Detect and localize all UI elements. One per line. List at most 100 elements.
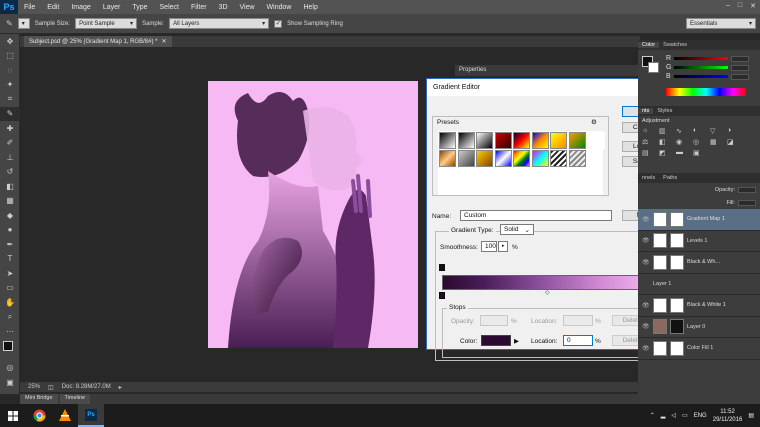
workspace-select[interactable]: Essentials ▾ — [686, 18, 756, 29]
menu-edit[interactable]: Edit — [41, 4, 65, 11]
threshold-icon[interactable]: ◩ — [659, 149, 673, 157]
language-indicator[interactable]: ENG — [694, 413, 707, 419]
layer-row[interactable]: Layer 1 — [638, 274, 760, 295]
stamp-tool-icon[interactable]: ⊥ — [0, 150, 20, 165]
channel-mixer-icon[interactable]: ◎ — [693, 138, 707, 146]
move-tool-icon[interactable]: ✥ — [0, 34, 20, 49]
gradient-type-select[interactable]: Solid ⌄ — [500, 224, 534, 235]
layer-row[interactable]: 👁 Color Fill 1 — [638, 338, 760, 360]
shape-tool-icon[interactable]: ▭ — [0, 281, 20, 296]
black-white-icon[interactable]: ◧ — [659, 138, 673, 146]
vibrance-adjust-icon[interactable]: ▽ — [710, 127, 724, 135]
tab-timeline[interactable]: Timeline — [59, 394, 91, 404]
tab-swatches[interactable]: Swatches — [659, 42, 691, 48]
visibility-eye-icon[interactable]: 👁 — [642, 323, 650, 330]
quick-mask-icon[interactable]: ◎ — [0, 361, 20, 376]
smoothness-stepper[interactable]: ▸ — [498, 241, 508, 252]
status-menu-arrow-icon[interactable]: ▸ — [119, 384, 122, 391]
preset-swatch[interactable] — [439, 150, 456, 167]
gradient-preview-bar[interactable] — [442, 275, 656, 290]
lasso-tool-icon[interactable]: ◌ — [0, 63, 20, 78]
midpoint-diamond-icon[interactable]: ◇ — [545, 289, 550, 296]
close-tab-icon[interactable]: ✕ — [161, 38, 166, 45]
curves-adjust-icon[interactable]: ∿ — [676, 127, 690, 135]
visibility-eye-icon[interactable]: 👁 — [642, 302, 650, 309]
color-menu-arrow-icon[interactable]: ▶ — [514, 337, 519, 345]
posterize-icon[interactable]: ▤ — [642, 149, 656, 157]
tab-adjustments[interactable]: nts — [638, 108, 654, 114]
blue-value-input[interactable] — [730, 73, 749, 80]
chrome-icon[interactable] — [26, 404, 52, 427]
zoom-tool-icon[interactable]: ⌕ — [0, 310, 20, 325]
visibility-eye-icon[interactable]: 👁 — [642, 259, 650, 266]
preset-swatch[interactable] — [550, 132, 567, 149]
color-lookup-icon[interactable]: ▦ — [710, 138, 724, 146]
name-input[interactable]: Custom — [460, 210, 612, 221]
vlc-icon[interactable] — [52, 404, 78, 427]
presets-gear-icon[interactable]: ⚙ — [591, 118, 597, 126]
preset-swatch[interactable] — [494, 132, 512, 149]
menu-image[interactable]: Image — [65, 4, 96, 11]
visibility-eye-icon[interactable]: 👁 — [642, 216, 650, 223]
preset-swatch[interactable] — [513, 150, 530, 167]
document-tab[interactable]: Subject.psd @ 25% (Gradient Map 1, RGB/8… — [24, 36, 172, 47]
opacity-stop-left[interactable] — [439, 264, 445, 271]
layer-row[interactable]: 👁 Black & Wh... — [638, 252, 760, 274]
preset-swatch[interactable] — [494, 150, 512, 167]
maximize-button[interactable]: □ — [738, 2, 742, 10]
menu-type[interactable]: Type — [126, 4, 153, 11]
sampling-ring-checkbox[interactable]: ✓ — [274, 19, 283, 28]
menu-file[interactable]: File — [18, 4, 41, 11]
red-slider[interactable] — [674, 57, 729, 60]
history-brush-tool-icon[interactable]: ↺ — [0, 165, 20, 180]
menu-window[interactable]: Window — [261, 4, 298, 11]
menu-help[interactable]: Help — [297, 4, 323, 11]
green-value-input[interactable] — [731, 64, 750, 71]
windows-start-icon[interactable] — [0, 404, 26, 427]
layer-fill-input[interactable] — [738, 200, 756, 206]
menu-view[interactable]: View — [234, 4, 261, 11]
screen-mode-icon[interactable]: ▣ — [0, 375, 20, 390]
eyedropper-icon[interactable]: ✎ — [6, 19, 13, 28]
taskbar-clock[interactable]: 11:52 29/11/2016 — [713, 408, 743, 424]
hand-tool-icon[interactable]: ✋ — [0, 295, 20, 310]
gradient-tool-icon[interactable]: ▦ — [0, 194, 20, 209]
preset-swatch[interactable] — [513, 132, 530, 149]
more-tools-icon[interactable]: ⋯ — [0, 324, 20, 339]
preset-swatch[interactable] — [439, 132, 456, 149]
color-spectrum-bar[interactable] — [666, 88, 746, 96]
brush-tool-icon[interactable]: ✐ — [0, 136, 20, 151]
preset-swatch[interactable] — [531, 150, 549, 167]
menu-3d[interactable]: 3D — [213, 4, 234, 11]
opacity-input[interactable] — [480, 315, 508, 326]
photoshop-taskbar-icon[interactable]: Ps — [78, 404, 104, 427]
pen-tool-icon[interactable]: ✒ — [0, 237, 20, 252]
visibility-eye-icon[interactable]: 👁 — [642, 345, 650, 352]
preset-swatch[interactable] — [476, 132, 493, 149]
dodge-tool-icon[interactable]: ● — [0, 223, 20, 238]
menu-select[interactable]: Select — [154, 4, 185, 11]
selective-color-icon[interactable]: ▣ — [693, 149, 707, 157]
layer-row[interactable]: 👁 Black & White 1 — [638, 295, 760, 317]
layer-opacity-input[interactable] — [738, 187, 756, 193]
quick-select-tool-icon[interactable]: ✦ — [0, 78, 20, 93]
tab-paths[interactable]: Paths — [659, 175, 681, 181]
tool-preset-picker[interactable]: ▾ — [17, 18, 30, 29]
layer-row[interactable]: 👁 Gradient Map 1 — [638, 209, 760, 231]
preset-swatch[interactable] — [457, 132, 475, 149]
preset-swatch[interactable] — [476, 150, 493, 167]
document-canvas[interactable] — [208, 81, 418, 348]
layer-row[interactable]: 👁 Levels 1 — [638, 231, 760, 252]
blur-tool-icon[interactable]: ◆ — [0, 208, 20, 223]
tab-mini-bridge[interactable]: Mini Bridge — [20, 394, 58, 404]
foreground-color-swatch[interactable] — [3, 340, 13, 351]
smoothness-input[interactable]: 100 — [481, 241, 497, 252]
menu-filter[interactable]: Filter — [185, 4, 213, 11]
notifications-icon[interactable]: ▤ — [748, 412, 754, 419]
color-location-input[interactable]: 0 — [563, 335, 593, 346]
opacity-location-input[interactable] — [563, 315, 593, 326]
blue-slider[interactable] — [673, 75, 728, 78]
minimize-button[interactable]: – — [726, 2, 730, 10]
stop-color-swatch[interactable] — [481, 335, 511, 346]
preset-swatch[interactable] — [550, 150, 567, 167]
